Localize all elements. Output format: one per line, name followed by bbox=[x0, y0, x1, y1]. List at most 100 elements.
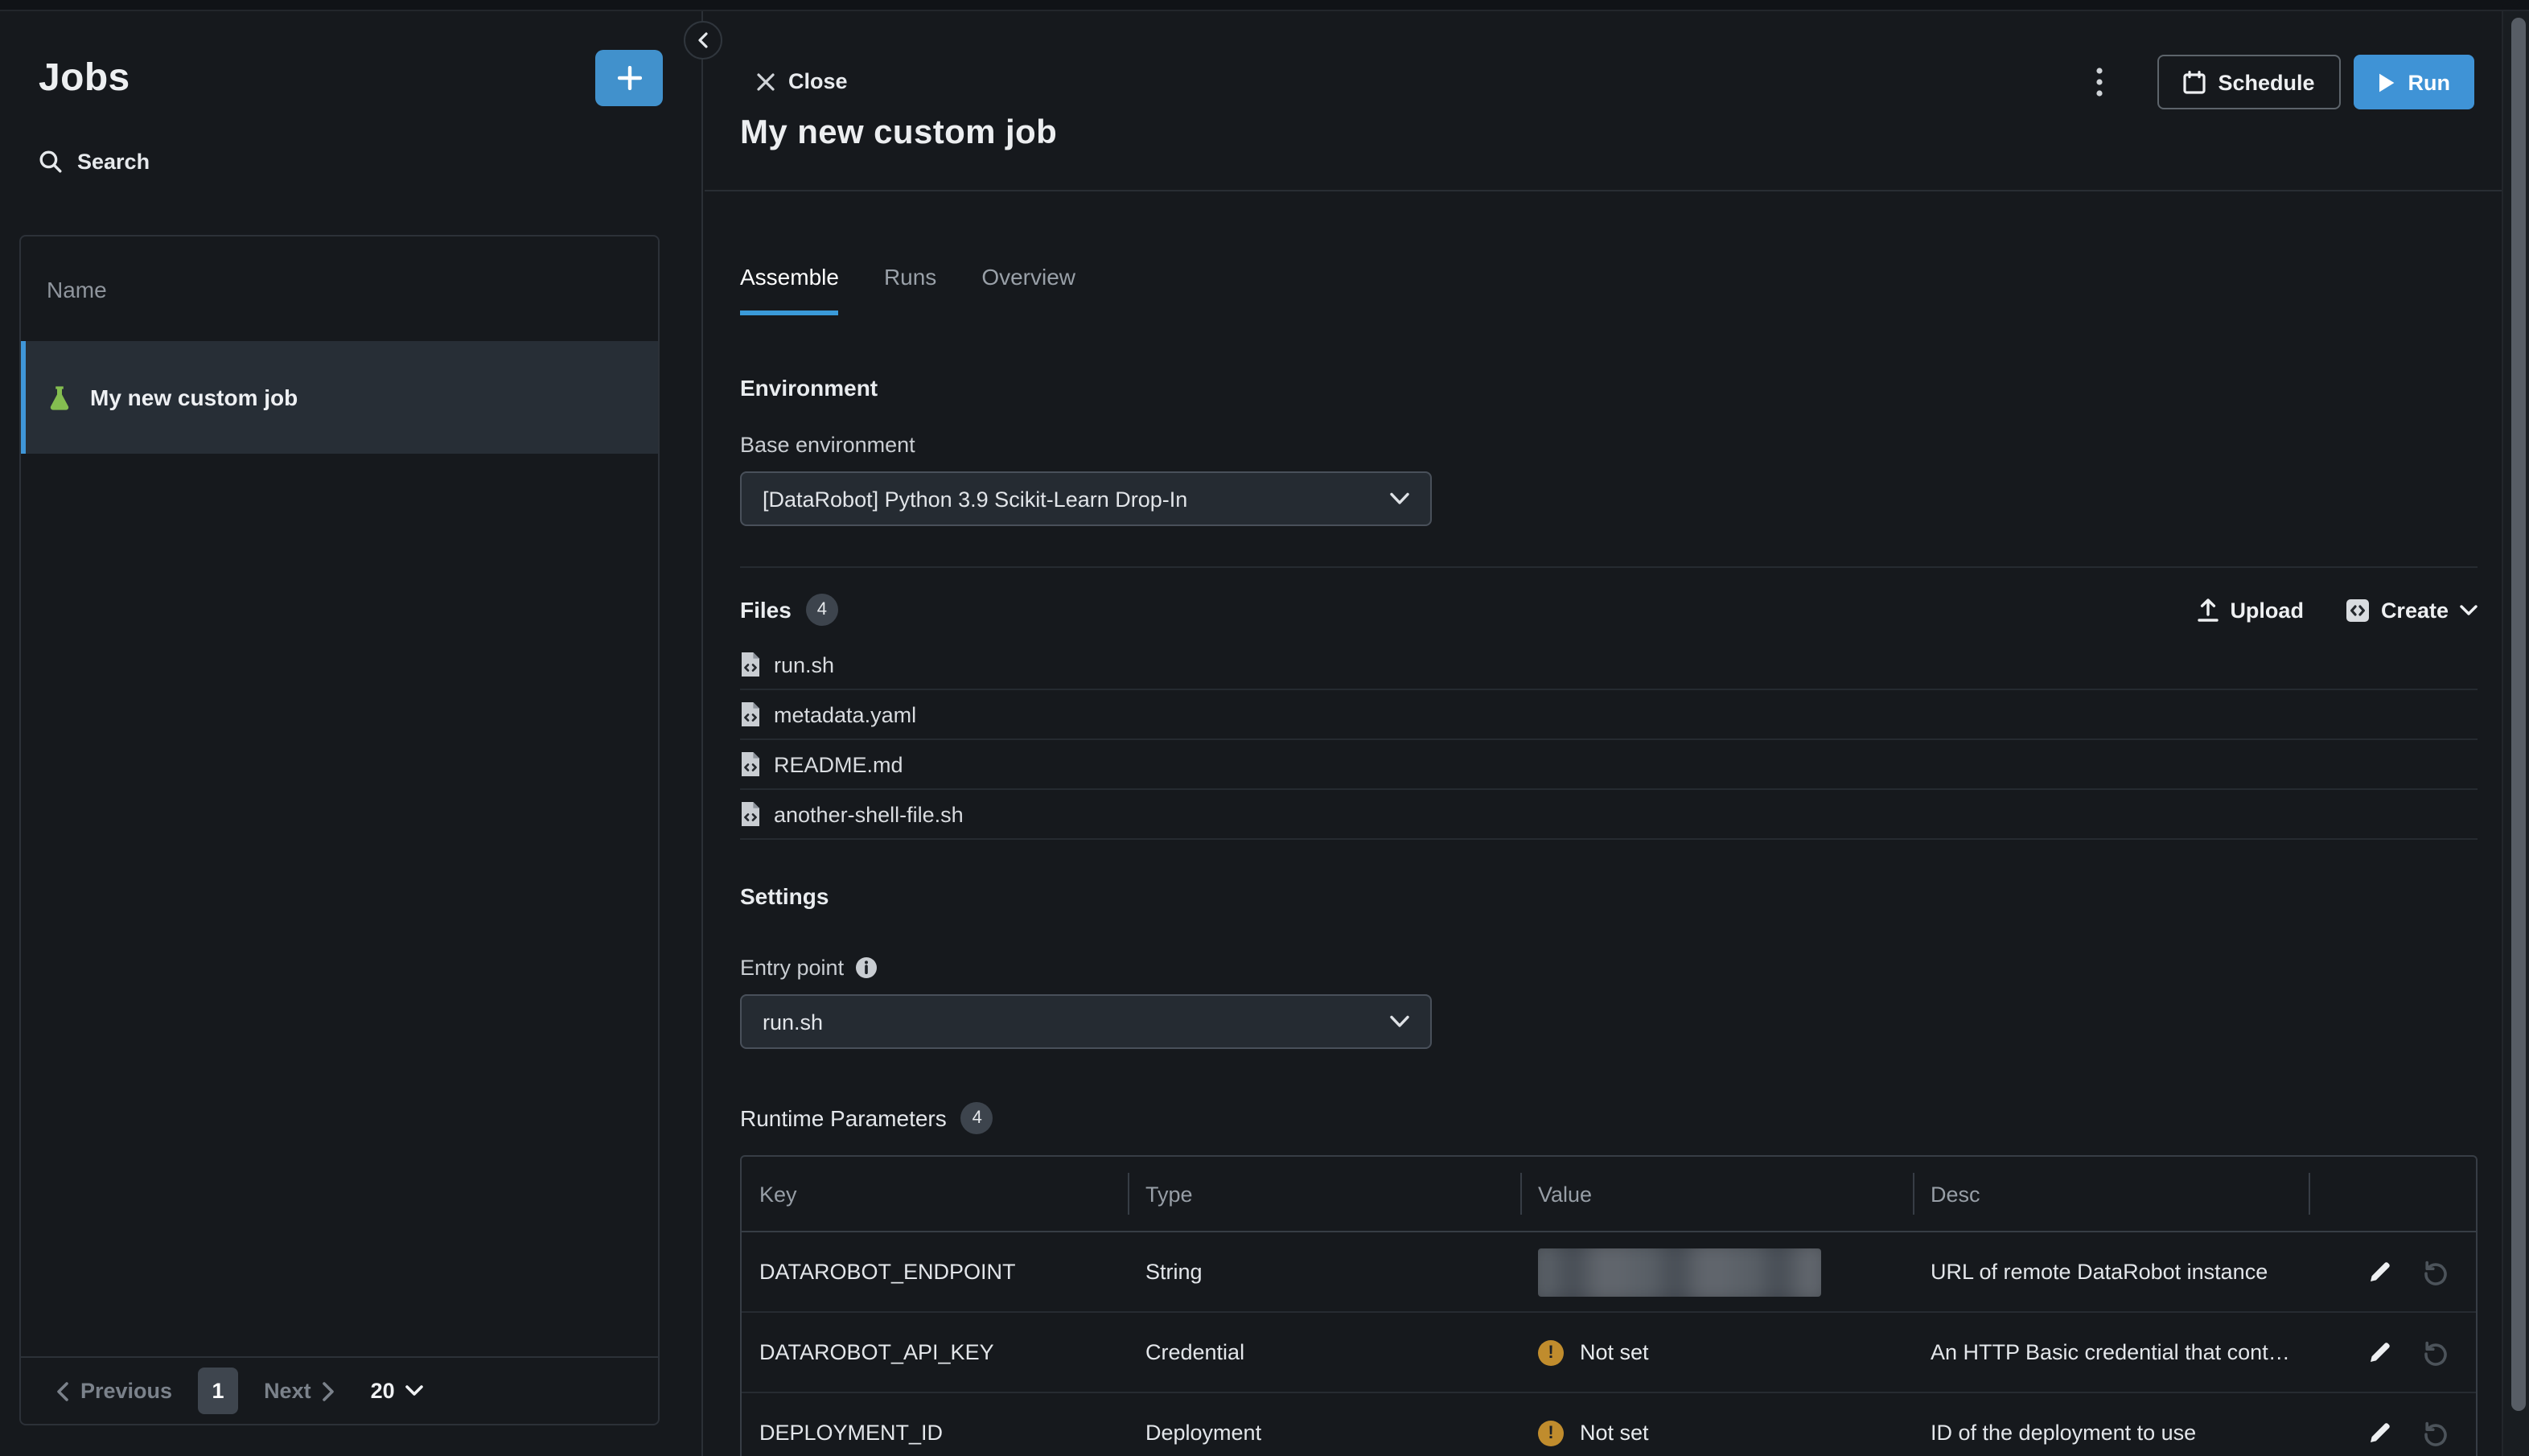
file-row[interactable]: run.sh bbox=[740, 640, 2478, 690]
param-key: DEPLOYMENT_ID bbox=[742, 1393, 1128, 1456]
add-job-button[interactable] bbox=[595, 50, 663, 106]
scrollbar-track[interactable] bbox=[2502, 11, 2529, 1456]
runtime-parameters-header: Runtime Parameters 4 bbox=[740, 1102, 2478, 1134]
header-divider bbox=[705, 190, 2503, 191]
search-label: Search bbox=[77, 150, 150, 174]
tabs: Assemble Runs Overview bbox=[740, 264, 2478, 315]
param-actions bbox=[2309, 1393, 2476, 1456]
page-title: My new custom job bbox=[740, 114, 2503, 153]
window-top-strip bbox=[0, 0, 2529, 11]
table-row: DEPLOYMENT_ID Deployment ! Not set ID of… bbox=[742, 1393, 2476, 1456]
param-value: ! Not set bbox=[1520, 1313, 1913, 1392]
file-code-icon bbox=[740, 801, 761, 827]
current-page-button[interactable]: 1 bbox=[198, 1368, 238, 1414]
chevron-down-icon bbox=[1390, 492, 1409, 505]
jobs-list: Name My new custom job Previous 1 Next bbox=[19, 235, 660, 1425]
param-value-text: Not set bbox=[1580, 1421, 1649, 1445]
base-environment-select[interactable]: [DataRobot] Python 3.9 Scikit-Learn Drop… bbox=[740, 471, 1432, 526]
edit-param-button[interactable] bbox=[2368, 1260, 2392, 1284]
chevron-down-icon bbox=[1390, 1015, 1409, 1028]
next-page-button[interactable]: Next bbox=[264, 1379, 335, 1403]
pencil-icon bbox=[2368, 1421, 2392, 1445]
previous-page-button[interactable]: Previous bbox=[56, 1379, 172, 1403]
list-empty-space bbox=[21, 454, 658, 1356]
undo-icon bbox=[2423, 1259, 2449, 1285]
chevron-down-icon bbox=[2460, 604, 2478, 615]
tab-runs[interactable]: Runs bbox=[884, 264, 936, 315]
info-icon bbox=[855, 957, 876, 978]
param-value-redacted bbox=[1520, 1232, 1913, 1311]
environment-heading: Environment bbox=[740, 375, 2478, 401]
warning-icon: ! bbox=[1538, 1339, 1564, 1365]
runtime-parameters-count-badge: 4 bbox=[961, 1102, 993, 1134]
close-x-icon bbox=[756, 72, 775, 91]
chevron-down-icon bbox=[406, 1385, 424, 1396]
flask-icon bbox=[47, 384, 72, 411]
warning-icon: ! bbox=[1538, 1420, 1564, 1446]
files-heading: Files bbox=[740, 597, 792, 623]
calendar-icon bbox=[2182, 70, 2205, 94]
scrollbar-thumb[interactable] bbox=[2511, 18, 2526, 1411]
reset-param-button[interactable] bbox=[2423, 1420, 2449, 1446]
run-button[interactable]: Run bbox=[2354, 55, 2475, 109]
chevron-left-icon bbox=[697, 32, 709, 48]
file-code-icon bbox=[740, 652, 761, 677]
table-row: DATAROBOT_API_KEY Credential ! Not set A… bbox=[742, 1313, 2476, 1393]
entry-point-select[interactable]: run.sh bbox=[740, 994, 1432, 1049]
entry-point-value: run.sh bbox=[763, 1010, 823, 1034]
param-type: Credential bbox=[1128, 1313, 1520, 1392]
collapse-sidebar-button[interactable] bbox=[684, 21, 722, 60]
runtime-parameters-table: Key Type Value Desc DATAROBOT_ENDPOINT S… bbox=[740, 1155, 2478, 1456]
column-header-key: Key bbox=[742, 1157, 1128, 1231]
param-key: DATAROBOT_API_KEY bbox=[742, 1313, 1128, 1392]
column-header-actions bbox=[2309, 1157, 2476, 1231]
search-toggle[interactable]: Search bbox=[0, 106, 188, 174]
column-header-type: Type bbox=[1128, 1157, 1520, 1231]
upload-icon bbox=[2198, 598, 2219, 622]
files-count-badge: 4 bbox=[806, 594, 838, 626]
reset-param-button[interactable] bbox=[2423, 1259, 2449, 1285]
tab-overview[interactable]: Overview bbox=[981, 264, 1075, 315]
chevron-left-icon bbox=[56, 1381, 69, 1400]
job-list-item[interactable]: My new custom job bbox=[21, 341, 658, 454]
files-header: Files 4 Upload Create bbox=[740, 594, 2478, 626]
edit-param-button[interactable] bbox=[2368, 1421, 2392, 1445]
file-code-icon bbox=[740, 751, 761, 777]
param-desc: URL of remote DataRobot instance bbox=[1913, 1232, 2309, 1311]
edit-param-button[interactable] bbox=[2368, 1340, 2392, 1364]
more-actions-button[interactable] bbox=[2076, 55, 2121, 109]
header-actions: Schedule Run bbox=[2076, 55, 2474, 109]
table-row: DATAROBOT_ENDPOINT String URL of remote … bbox=[742, 1232, 2476, 1313]
pencil-icon bbox=[2368, 1340, 2392, 1364]
column-header-desc: Desc bbox=[1913, 1157, 2309, 1231]
entry-point-label: Entry point bbox=[740, 956, 2478, 980]
files-actions: Upload Create bbox=[2198, 598, 2478, 622]
detail-header: Close Schedule R bbox=[705, 11, 2503, 114]
schedule-button[interactable]: Schedule bbox=[2157, 55, 2340, 109]
page-size-select[interactable]: 20 bbox=[371, 1379, 424, 1403]
detail-content: Assemble Runs Overview Environment Base … bbox=[705, 264, 2478, 1456]
tab-assemble[interactable]: Assemble bbox=[740, 264, 839, 315]
code-file-icon bbox=[2346, 598, 2370, 622]
close-button[interactable]: Close bbox=[756, 69, 848, 93]
param-value-text: Not set bbox=[1580, 1340, 1649, 1364]
create-button[interactable]: Create bbox=[2346, 598, 2478, 622]
upload-button[interactable]: Upload bbox=[2198, 598, 2304, 622]
file-code-icon bbox=[740, 701, 761, 727]
column-header-value: Value bbox=[1520, 1157, 1913, 1231]
undo-icon bbox=[2423, 1420, 2449, 1446]
chevron-right-icon bbox=[323, 1381, 335, 1400]
kebab-icon bbox=[2095, 68, 2102, 97]
search-icon bbox=[39, 150, 63, 174]
table-header-row: Key Type Value Desc bbox=[742, 1157, 2476, 1232]
param-actions bbox=[2309, 1232, 2476, 1311]
param-actions bbox=[2309, 1313, 2476, 1392]
base-environment-label: Base environment bbox=[740, 433, 2478, 457]
file-row[interactable]: another-shell-file.sh bbox=[740, 790, 2478, 840]
app-root: Jobs Search Name My new custom job bbox=[0, 0, 2529, 1456]
reset-param-button[interactable] bbox=[2423, 1339, 2449, 1365]
settings-heading: Settings bbox=[740, 883, 2478, 909]
file-row[interactable]: README.md bbox=[740, 740, 2478, 790]
file-row[interactable]: metadata.yaml bbox=[740, 690, 2478, 740]
pencil-icon bbox=[2368, 1260, 2392, 1284]
